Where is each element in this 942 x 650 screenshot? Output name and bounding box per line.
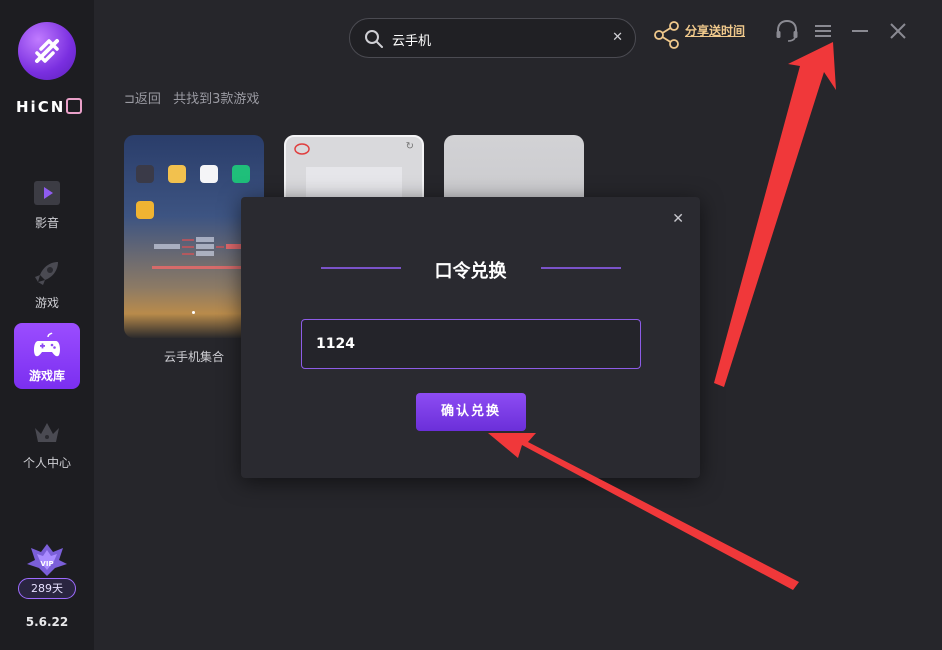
app-logo-icon [294,143,310,155]
app-icon [136,165,154,183]
app-icon [232,165,250,183]
app-icon [200,165,218,183]
sidebar-item-label: 影音 [34,216,59,230]
search-bar[interactable]: 云手机 ✕ [349,18,636,58]
share-for-time-link[interactable]: 分享送时间 [685,22,745,39]
sidebar-item-label: 个人中心 [22,456,71,470]
menu-icon[interactable] [813,18,833,44]
page-dot [192,311,195,314]
redeem-code-input[interactable]: 1124 [301,319,641,369]
close-icon[interactable] [888,18,908,44]
app-version: 5.6.22 [25,615,69,629]
app-logo [18,22,76,80]
search-input[interactable]: 云手机 [392,30,431,49]
result-count: 共找到3款游戏 [173,92,260,107]
crown-icon [35,423,59,442]
code-redeem-dialog: ✕ 口令兑换 1124 确认兑换 [241,197,700,478]
breadcrumb: ⊐返回 共找到3款游戏 [124,88,259,107]
sidebar-item-label: 游戏库 [28,369,65,383]
dialog-title: 口令兑换 [434,261,507,282]
brand-box-icon [66,98,82,114]
confirm-redeem-button[interactable]: 确认兑换 [416,393,526,431]
vip-days-badge: 289天 [18,578,76,599]
arrow-to-menu [714,42,836,387]
sidebar-item-media[interactable]: 影音 [14,170,80,236]
refresh-icon: ↻ [405,141,414,152]
sidebar-item-games[interactable]: 游戏 [14,250,80,316]
rocket-icon [35,262,58,285]
folder-icon [168,165,186,183]
back-label: 返回 [134,92,161,107]
clear-search-icon[interactable]: ✕ [612,30,623,45]
minimize-icon[interactable] [850,18,870,44]
share-icon[interactable] [652,20,682,50]
sidebar-item-profile[interactable]: 个人中心 [14,410,80,476]
vip-badge-icon: VIP [27,544,67,576]
title-divider-right [541,267,621,269]
logo-icon [35,39,59,63]
play-icon [34,181,60,205]
vip-badge-text: VIP [40,560,53,568]
back-link[interactable]: ⊐返回 [124,92,161,107]
sidebar: HiCN 影音 游戏 游戏库 个人中心 VIP 289天 5.6.22 [0,0,94,650]
dialog-close-icon[interactable]: ✕ [672,211,684,227]
brand-name: HiCN [16,98,66,116]
search-icon [365,30,383,48]
headset-icon[interactable] [774,18,800,44]
sidebar-item-label: 游戏 [34,296,59,310]
gamepad-app-icon [136,201,154,219]
gamepad-icon [34,332,60,357]
sidebar-item-game-library[interactable]: 游戏库 [14,323,80,389]
